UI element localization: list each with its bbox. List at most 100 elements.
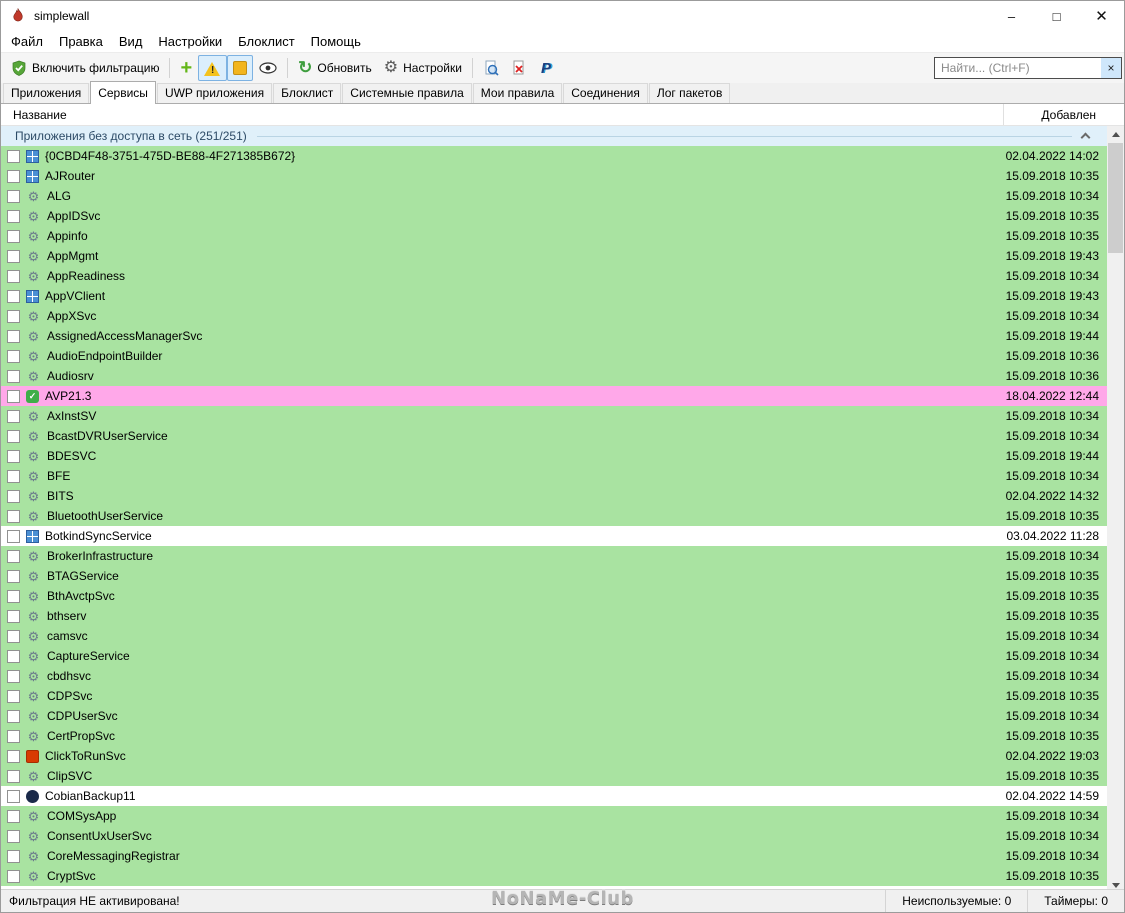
donate-button[interactable]: P bbox=[533, 55, 559, 81]
row-checkbox[interactable] bbox=[7, 749, 20, 763]
table-row[interactable]: BFE 15.09.2018 10:34 bbox=[1, 466, 1109, 486]
tab[interactable]: Сервисы bbox=[90, 81, 156, 104]
row-checkbox[interactable] bbox=[7, 189, 20, 203]
menu-item[interactable]: Вид bbox=[111, 32, 151, 51]
table-row[interactable]: AssignedAccessManagerSvc 15.09.2018 19:44 bbox=[1, 326, 1109, 346]
show-hidden-button[interactable] bbox=[253, 55, 283, 81]
row-checkbox[interactable] bbox=[7, 769, 20, 783]
table-row[interactable]: ConsentUxUserSvc 15.09.2018 10:34 bbox=[1, 826, 1109, 846]
row-checkbox[interactable] bbox=[7, 729, 20, 743]
menu-item[interactable]: Помощь bbox=[303, 32, 369, 51]
settings-button[interactable]: ⚙ Настройки bbox=[378, 55, 468, 81]
row-checkbox[interactable] bbox=[7, 269, 20, 283]
row-checkbox[interactable] bbox=[7, 669, 20, 683]
row-checkbox[interactable] bbox=[7, 529, 20, 543]
menu-item[interactable]: Настройки bbox=[150, 32, 230, 51]
row-checkbox[interactable] bbox=[7, 149, 20, 163]
row-checkbox[interactable] bbox=[7, 869, 20, 883]
row-checkbox[interactable] bbox=[7, 509, 20, 523]
table-row[interactable]: BrokerInfrastructure 15.09.2018 10:34 bbox=[1, 546, 1109, 566]
open-log-button[interactable] bbox=[477, 55, 505, 81]
row-checkbox[interactable] bbox=[7, 609, 20, 623]
table-row[interactable]: BcastDVRUserService 15.09.2018 10:34 bbox=[1, 426, 1109, 446]
row-checkbox[interactable] bbox=[7, 249, 20, 263]
table-row[interactable]: CDPSvc 15.09.2018 10:35 bbox=[1, 686, 1109, 706]
scrollbar-thumb[interactable] bbox=[1108, 143, 1123, 253]
close-button[interactable]: ✕ bbox=[1079, 1, 1124, 31]
clear-log-button[interactable] bbox=[505, 55, 533, 81]
row-checkbox[interactable] bbox=[7, 649, 20, 663]
table-row[interactable]: cbdhsvc 15.09.2018 10:34 bbox=[1, 666, 1109, 686]
tab[interactable]: Мои правила bbox=[472, 83, 563, 103]
row-checkbox[interactable] bbox=[7, 849, 20, 863]
table-row[interactable]: camsvc 15.09.2018 10:34 bbox=[1, 626, 1109, 646]
table-row[interactable]: BDESVC 15.09.2018 19:44 bbox=[1, 446, 1109, 466]
table-row[interactable]: bthserv 15.09.2018 10:35 bbox=[1, 606, 1109, 626]
table-row[interactable]: CertPropSvc 15.09.2018 10:35 bbox=[1, 726, 1109, 746]
table-row[interactable]: AppReadiness 15.09.2018 10:34 bbox=[1, 266, 1109, 286]
table-row[interactable]: BTAGService 15.09.2018 10:35 bbox=[1, 566, 1109, 586]
row-checkbox[interactable] bbox=[7, 549, 20, 563]
tab[interactable]: Системные правила bbox=[342, 83, 472, 103]
show-warnings-button[interactable]: ! bbox=[198, 55, 228, 81]
row-checkbox[interactable] bbox=[7, 589, 20, 603]
row-checkbox[interactable] bbox=[7, 709, 20, 723]
menu-item[interactable]: Правка bbox=[51, 32, 111, 51]
table-row[interactable]: CobianBackup11 02.04.2022 14:59 bbox=[1, 786, 1109, 806]
table-row[interactable]: AJRouter 15.09.2018 10:35 bbox=[1, 166, 1109, 186]
row-checkbox[interactable] bbox=[7, 569, 20, 583]
vertical-scrollbar[interactable] bbox=[1107, 126, 1124, 894]
table-row[interactable]: CoreMessagingRegistrar 15.09.2018 10:34 bbox=[1, 846, 1109, 866]
table-row[interactable]: Appinfo 15.09.2018 10:35 bbox=[1, 226, 1109, 246]
scroll-up-icon[interactable] bbox=[1107, 126, 1124, 143]
table-row[interactable]: CryptSvc 15.09.2018 10:35 bbox=[1, 866, 1109, 886]
row-checkbox[interactable] bbox=[7, 489, 20, 503]
column-header-name[interactable]: Название bbox=[1, 104, 1004, 125]
menu-item[interactable]: Файл bbox=[3, 32, 51, 51]
row-checkbox[interactable] bbox=[7, 309, 20, 323]
table-row[interactable]: CDPUserSvc 15.09.2018 10:34 bbox=[1, 706, 1109, 726]
tab[interactable]: Лог пакетов bbox=[648, 83, 731, 103]
tab[interactable]: Приложения bbox=[3, 83, 90, 103]
table-row[interactable]: AppMgmt 15.09.2018 19:43 bbox=[1, 246, 1109, 266]
table-row[interactable]: AVP21.3 18.04.2022 12:44 bbox=[1, 386, 1109, 406]
maximize-button[interactable]: □ bbox=[1034, 1, 1079, 31]
row-checkbox[interactable] bbox=[7, 789, 20, 803]
table-row[interactable]: AxInstSV 15.09.2018 10:34 bbox=[1, 406, 1109, 426]
table-row[interactable]: AppIDSvc 15.09.2018 10:35 bbox=[1, 206, 1109, 226]
search-close-icon[interactable]: × bbox=[1101, 58, 1121, 78]
refresh-button[interactable]: ↻ Обновить bbox=[292, 55, 378, 81]
table-row[interactable]: ALG 15.09.2018 10:34 bbox=[1, 186, 1109, 206]
row-checkbox[interactable] bbox=[7, 629, 20, 643]
group-header[interactable]: Приложения без доступа в сеть (251/251) bbox=[1, 126, 1109, 146]
tab[interactable]: UWP приложения bbox=[156, 83, 273, 103]
table-row[interactable]: CaptureService 15.09.2018 10:34 bbox=[1, 646, 1109, 666]
table-row[interactable]: AppXSvc 15.09.2018 10:34 bbox=[1, 306, 1109, 326]
row-checkbox[interactable] bbox=[7, 469, 20, 483]
enable-filtering-button[interactable]: Включить фильтрацию bbox=[5, 55, 165, 81]
table-row[interactable]: BthAvctpSvc 15.09.2018 10:35 bbox=[1, 586, 1109, 606]
row-checkbox[interactable] bbox=[7, 829, 20, 843]
column-header-added[interactable]: Добавлен bbox=[1004, 108, 1124, 122]
row-checkbox[interactable] bbox=[7, 809, 20, 823]
row-checkbox[interactable] bbox=[7, 449, 20, 463]
row-checkbox[interactable] bbox=[7, 369, 20, 383]
tab[interactable]: Блоклист bbox=[273, 83, 342, 103]
table-row[interactable]: BluetoothUserService 15.09.2018 10:35 bbox=[1, 506, 1109, 526]
row-checkbox[interactable] bbox=[7, 409, 20, 423]
row-checkbox[interactable] bbox=[7, 169, 20, 183]
row-checkbox[interactable] bbox=[7, 229, 20, 243]
add-rule-button[interactable]: + bbox=[174, 55, 198, 81]
minimize-button[interactable]: – bbox=[989, 1, 1034, 31]
table-row[interactable]: Audiosrv 15.09.2018 10:36 bbox=[1, 366, 1109, 386]
table-row[interactable]: {0CBD4F48-3751-475D-BE88-4F271385B672} 02… bbox=[1, 146, 1109, 166]
row-checkbox[interactable] bbox=[7, 349, 20, 363]
row-checkbox[interactable] bbox=[7, 429, 20, 443]
table-row[interactable]: ClipSVC 15.09.2018 10:35 bbox=[1, 766, 1109, 786]
row-checkbox[interactable] bbox=[7, 389, 20, 403]
table-row[interactable]: COMSysApp 15.09.2018 10:34 bbox=[1, 806, 1109, 826]
row-checkbox[interactable] bbox=[7, 289, 20, 303]
table-row[interactable]: BITS 02.04.2022 14:32 bbox=[1, 486, 1109, 506]
table-row[interactable]: AudioEndpointBuilder 15.09.2018 10:36 bbox=[1, 346, 1109, 366]
row-checkbox[interactable] bbox=[7, 689, 20, 703]
